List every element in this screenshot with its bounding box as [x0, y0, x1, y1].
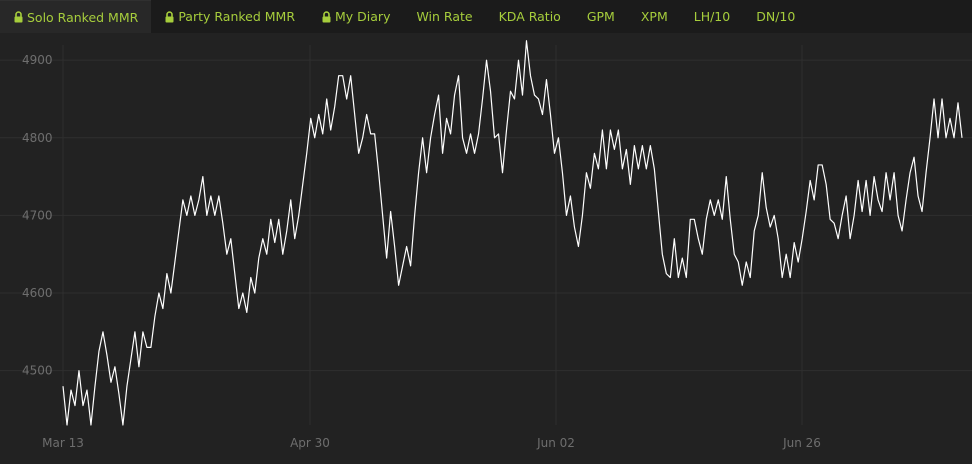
x-tick-label: Jun 02: [536, 436, 575, 450]
tab-xpm[interactable]: XPM: [628, 0, 681, 33]
tab-lh-10[interactable]: LH/10: [681, 0, 743, 33]
tab-party-ranked-mmr[interactable]: Party Ranked MMR: [151, 0, 308, 33]
y-tick-label: 4600: [22, 286, 53, 300]
tab-label: Solo Ranked MMR: [27, 9, 139, 25]
tab-win-rate[interactable]: Win Rate: [403, 0, 485, 33]
tab-label: XPM: [640, 9, 668, 24]
y-tick-label: 4800: [22, 131, 53, 145]
y-tick-label: 4500: [22, 364, 53, 378]
mmr-chart: 4500 4600 4700 4800 4900 Mar 13 Apr 30 Jun 02 Ju…: [0, 33, 972, 460]
mmr-line-chart: 4500 4600 4700 4800 4900 Mar 13 Apr 30 Jun 02 Ju…: [0, 40, 972, 450]
tab-label: Party Ranked MMR: [178, 9, 296, 24]
y-tick-label: 4900: [22, 53, 53, 67]
tab-label: Win Rate: [416, 9, 473, 24]
x-tick-label: Jun 26: [782, 436, 821, 450]
tab-dn-10[interactable]: DN/10: [743, 0, 808, 33]
tab-label: LH/10: [693, 9, 731, 24]
tab-label: DN/10: [756, 9, 796, 24]
tab-label: GPM: [586, 9, 615, 24]
chart-tab-bar: Solo Ranked MMR Party Ranked MMR My Diary W…: [0, 0, 972, 33]
tab-kda-ratio[interactable]: KDA Ratio: [486, 0, 574, 33]
x-tick-label: Apr 30: [290, 436, 330, 450]
tab-my-diary[interactable]: My Diary: [308, 0, 403, 33]
y-tick-label: 4700: [22, 208, 53, 222]
tab-label: KDA Ratio: [498, 9, 561, 24]
tab-solo-ranked-mmr[interactable]: Solo Ranked MMR: [0, 0, 152, 33]
mmr-series-line: [62, 40, 963, 426]
lock-icon: [322, 10, 331, 22]
tab-gpm[interactable]: GPM: [574, 0, 628, 33]
x-tick-label: Mar 13: [42, 436, 84, 450]
tab-label: My Diary: [335, 9, 391, 24]
lock-icon: [165, 10, 174, 22]
lock-icon: [14, 11, 23, 23]
